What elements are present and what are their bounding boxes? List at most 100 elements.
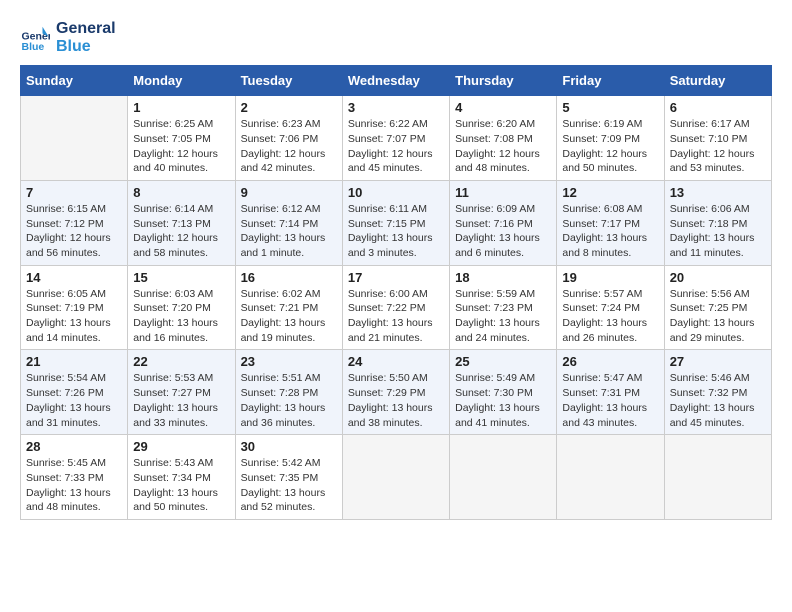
calendar-cell: 18Sunrise: 5:59 AMSunset: 7:23 PMDayligh… (450, 265, 557, 350)
day-number: 10 (348, 185, 444, 200)
calendar-cell (450, 435, 557, 520)
calendar-cell: 10 Sunrise: 6:11 AMSunset: 7:15 PMDayligh… (342, 180, 449, 265)
calendar-cell: 24 Sunrise: 5:50 AMSunset: 7:29 PMDayligh… (342, 350, 449, 435)
weekday-header-row: SundayMondayTuesdayWednesdayThursdayFrid… (21, 66, 772, 96)
calendar-cell: 19 Sunrise: 5:57 AMSunset: 7:24 PMDayligh… (557, 265, 664, 350)
day-number: 27 (670, 354, 766, 369)
day-info: Sunrise: 6:25 AMSunset: 7:05 PMDaylight:… (133, 117, 229, 176)
day-number: 9 (241, 185, 337, 200)
day-info: Sunrise: 5:42 AMSunset: 7:35 PMDaylight:… (241, 456, 337, 515)
calendar-cell: 7 Sunrise: 6:15 AMSunset: 7:12 PMDaylight… (21, 180, 128, 265)
svg-text:Blue: Blue (22, 41, 45, 53)
weekday-header-saturday: Saturday (664, 66, 771, 96)
day-info: Sunrise: 6:02 AMSunset: 7:21 PMDaylight:… (241, 287, 337, 346)
weekday-header-friday: Friday (557, 66, 664, 96)
weekday-header-thursday: Thursday (450, 66, 557, 96)
calendar-cell: 15 Sunrise: 6:03 AMSunset: 7:20 PMDayligh… (128, 265, 235, 350)
day-info: Sunrise: 6:20 AMSunset: 7:08 PMDaylight:… (455, 117, 551, 176)
calendar-cell: 21Sunrise: 5:54 AMSunset: 7:26 PMDayligh… (21, 350, 128, 435)
calendar-cell: 17 Sunrise: 6:00 AMSunset: 7:22 PMDayligh… (342, 265, 449, 350)
calendar-week-row: 1 Sunrise: 6:25 AMSunset: 7:05 PMDaylight… (21, 96, 772, 181)
calendar-table: SundayMondayTuesdayWednesdayThursdayFrid… (20, 65, 772, 520)
day-info: Sunrise: 5:47 AMSunset: 7:31 PMDaylight:… (562, 371, 658, 430)
day-number: 23 (241, 354, 337, 369)
calendar-cell: 8 Sunrise: 6:14 AMSunset: 7:13 PMDaylight… (128, 180, 235, 265)
day-info: Sunrise: 6:06 AMSunset: 7:18 PMDaylight:… (670, 202, 766, 261)
day-info: Sunrise: 6:15 AMSunset: 7:12 PMDaylight:… (26, 202, 122, 261)
calendar-cell: 25Sunrise: 5:49 AMSunset: 7:30 PMDayligh… (450, 350, 557, 435)
day-number: 4 (455, 100, 551, 115)
calendar-cell (664, 435, 771, 520)
day-info: Sunrise: 6:14 AMSunset: 7:13 PMDaylight:… (133, 202, 229, 261)
day-info: Sunrise: 5:49 AMSunset: 7:30 PMDaylight:… (455, 371, 551, 430)
calendar-cell: 27 Sunrise: 5:46 AMSunset: 7:32 PMDayligh… (664, 350, 771, 435)
calendar-cell: 29 Sunrise: 5:43 AMSunset: 7:34 PMDayligh… (128, 435, 235, 520)
calendar-cell: 2 Sunrise: 6:23 AMSunset: 7:06 PMDaylight… (235, 96, 342, 181)
day-info: Sunrise: 6:09 AMSunset: 7:16 PMDaylight:… (455, 202, 551, 261)
day-info: Sunrise: 5:50 AMSunset: 7:29 PMDaylight:… (348, 371, 444, 430)
calendar-cell: 11 Sunrise: 6:09 AMSunset: 7:16 PMDayligh… (450, 180, 557, 265)
day-number: 2 (241, 100, 337, 115)
day-number: 11 (455, 185, 551, 200)
calendar-cell: 6 Sunrise: 6:17 AMSunset: 7:10 PMDaylight… (664, 96, 771, 181)
calendar-cell: 30 Sunrise: 5:42 AMSunset: 7:35 PMDayligh… (235, 435, 342, 520)
calendar-cell: 20Sunrise: 5:56 AMSunset: 7:25 PMDayligh… (664, 265, 771, 350)
day-number: 30 (241, 439, 337, 454)
logo: General Blue General Blue (20, 20, 116, 55)
calendar-cell: 3Sunrise: 6:22 AMSunset: 7:07 PMDaylight… (342, 96, 449, 181)
calendar-cell (557, 435, 664, 520)
weekday-header-sunday: Sunday (21, 66, 128, 96)
day-info: Sunrise: 5:57 AMSunset: 7:24 PMDaylight:… (562, 287, 658, 346)
day-number: 24 (348, 354, 444, 369)
day-info: Sunrise: 6:12 AMSunset: 7:14 PMDaylight:… (241, 202, 337, 261)
weekday-header-monday: Monday (128, 66, 235, 96)
calendar-week-row: 7 Sunrise: 6:15 AMSunset: 7:12 PMDaylight… (21, 180, 772, 265)
day-info: Sunrise: 6:23 AMSunset: 7:06 PMDaylight:… (241, 117, 337, 176)
day-info: Sunrise: 6:11 AMSunset: 7:15 PMDaylight:… (348, 202, 444, 261)
day-number: 14 (26, 270, 122, 285)
calendar-cell: 22 Sunrise: 5:53 AMSunset: 7:27 PMDayligh… (128, 350, 235, 435)
day-info: Sunrise: 5:51 AMSunset: 7:28 PMDaylight:… (241, 371, 337, 430)
day-number: 29 (133, 439, 229, 454)
day-number: 22 (133, 354, 229, 369)
day-number: 19 (562, 270, 658, 285)
calendar-cell: 9 Sunrise: 6:12 AMSunset: 7:14 PMDaylight… (235, 180, 342, 265)
page-header: General Blue General Blue (20, 20, 772, 55)
calendar-cell: 12 Sunrise: 6:08 AMSunset: 7:17 PMDayligh… (557, 180, 664, 265)
day-info: Sunrise: 6:03 AMSunset: 7:20 PMDaylight:… (133, 287, 229, 346)
calendar-cell: 5 Sunrise: 6:19 AMSunset: 7:09 PMDaylight… (557, 96, 664, 181)
day-info: Sunrise: 6:05 AMSunset: 7:19 PMDaylight:… (26, 287, 122, 346)
calendar-cell (342, 435, 449, 520)
day-info: Sunrise: 5:59 AMSunset: 7:23 PMDaylight:… (455, 287, 551, 346)
calendar-cell: 4 Sunrise: 6:20 AMSunset: 7:08 PMDaylight… (450, 96, 557, 181)
day-number: 15 (133, 270, 229, 285)
day-info: Sunrise: 6:17 AMSunset: 7:10 PMDaylight:… (670, 117, 766, 176)
day-info: Sunrise: 5:43 AMSunset: 7:34 PMDaylight:… (133, 456, 229, 515)
day-number: 3 (348, 100, 444, 115)
weekday-header-tuesday: Tuesday (235, 66, 342, 96)
day-number: 13 (670, 185, 766, 200)
day-number: 1 (133, 100, 229, 115)
day-number: 17 (348, 270, 444, 285)
calendar-cell: 14 Sunrise: 6:05 AMSunset: 7:19 PMDayligh… (21, 265, 128, 350)
day-info: Sunrise: 6:08 AMSunset: 7:17 PMDaylight:… (562, 202, 658, 261)
day-number: 5 (562, 100, 658, 115)
calendar-cell: 23 Sunrise: 5:51 AMSunset: 7:28 PMDayligh… (235, 350, 342, 435)
calendar-week-row: 28 Sunrise: 5:45 AMSunset: 7:33 PMDayligh… (21, 435, 772, 520)
day-number: 28 (26, 439, 122, 454)
logo-blue: Blue (56, 38, 116, 56)
day-info: Sunrise: 6:19 AMSunset: 7:09 PMDaylight:… (562, 117, 658, 176)
day-number: 16 (241, 270, 337, 285)
day-number: 12 (562, 185, 658, 200)
day-number: 6 (670, 100, 766, 115)
day-info: Sunrise: 5:46 AMSunset: 7:32 PMDaylight:… (670, 371, 766, 430)
day-number: 20 (670, 270, 766, 285)
day-info: Sunrise: 5:53 AMSunset: 7:27 PMDaylight:… (133, 371, 229, 430)
calendar-cell: 1 Sunrise: 6:25 AMSunset: 7:05 PMDaylight… (128, 96, 235, 181)
day-number: 26 (562, 354, 658, 369)
day-info: Sunrise: 5:45 AMSunset: 7:33 PMDaylight:… (26, 456, 122, 515)
day-info: Sunrise: 6:00 AMSunset: 7:22 PMDaylight:… (348, 287, 444, 346)
calendar-cell: 28 Sunrise: 5:45 AMSunset: 7:33 PMDayligh… (21, 435, 128, 520)
day-number: 7 (26, 185, 122, 200)
day-number: 8 (133, 185, 229, 200)
